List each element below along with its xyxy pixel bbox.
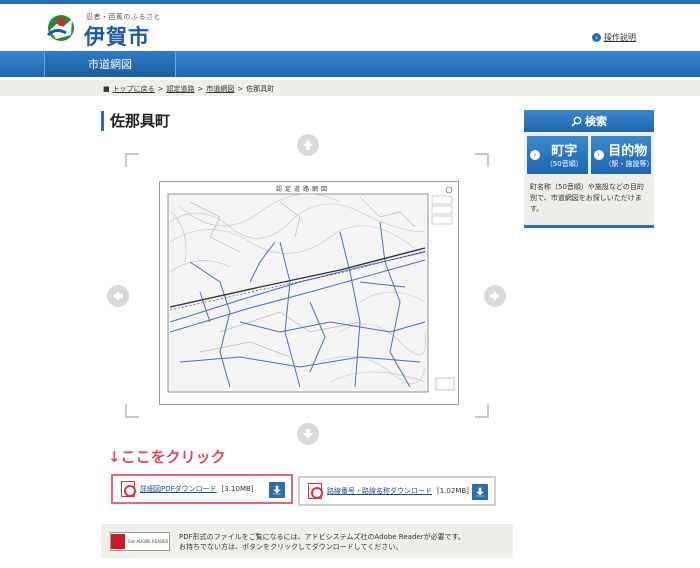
city-logo-icon[interactable] <box>44 13 78 45</box>
breadcrumb-current: 佐那具町 <box>246 85 275 93</box>
arrow-left-icon <box>113 291 123 301</box>
breadcrumb-level1[interactable]: 認定道路 <box>167 84 195 94</box>
site-header: 忍者・芭蕉のふるさと 伊賀市 › 操作説明 <box>0 4 700 50</box>
map-right-button[interactable] <box>484 285 506 307</box>
town-sub: （50音順） <box>545 160 583 168</box>
search-panel: 検索 › 町字 （50音順） › 目的物 （駅・施設等） 町名称（50音順）や施… <box>524 110 654 228</box>
map-up-button[interactable] <box>297 134 319 156</box>
help-label: 操作説明 <box>604 33 636 42</box>
reader-line-1: PDF形式のファイルをご覧になるには、アドビシステムズ社のAdobe Reade… <box>179 533 465 541</box>
chevron-right-icon: › <box>593 150 604 160</box>
breadcrumb-sep: > <box>237 85 244 93</box>
town-label: 町字 <box>551 144 578 159</box>
file-size: [1.02MB] <box>437 487 469 495</box>
breadcrumb: ■ トップに戻る > 認定道路 > 市道網図 > 佐那具町 <box>0 80 700 96</box>
map-left-button[interactable] <box>107 285 129 307</box>
adobe-logo-icon <box>111 534 125 549</box>
chevron-right-icon: › <box>530 150 540 160</box>
arrow-right-icon: › <box>592 33 601 42</box>
home-icon: ■ <box>103 85 110 93</box>
nav-item-road-map[interactable]: 市道網図 <box>44 51 176 77</box>
frame-corner <box>125 153 139 167</box>
arrow-up-icon <box>303 140 313 150</box>
search-by-target-button[interactable]: › 目的物 （駅・施設等） <box>590 136 654 174</box>
road-map-image[interactable]: 認定道路網図 <box>159 181 459 405</box>
breadcrumb-sep: > <box>197 85 204 93</box>
search-icon <box>571 116 582 127</box>
get-adobe-reader-button[interactable]: Get ADOBE READER <box>110 532 170 551</box>
frame-corner <box>475 153 489 167</box>
click-hint: ↓ここをクリック <box>108 448 226 466</box>
site-name[interactable]: 伊賀市 <box>84 21 150 51</box>
breadcrumb-home[interactable]: トップに戻る <box>113 84 155 94</box>
detail-pdf-download-button[interactable]: 詳細図PDFダウンロード [3.10MB] <box>111 474 293 504</box>
file-size: [3.10MB] <box>221 485 254 493</box>
breadcrumb-level2[interactable]: 市道網図 <box>206 84 234 94</box>
pdf-icon <box>121 481 136 497</box>
frame-corner <box>475 404 489 418</box>
page-title: 佐那具町 <box>101 111 170 131</box>
global-nav: 市道網図 <box>0 51 700 77</box>
detail-pdf-link[interactable]: 詳細図PDFダウンロード <box>140 484 217 494</box>
pdf-icon <box>308 483 323 499</box>
map-drawing <box>167 186 455 393</box>
arrow-down-icon <box>303 429 313 439</box>
search-description: 町名称（50音順）や施設などの目的別で、市道網図をお探しいただけます。 <box>530 183 644 213</box>
adobe-reader-notice: Get ADOBE READER PDF形式のファイルをご覧になるには、アドビシ… <box>101 524 513 558</box>
search-panel-title: 検索 <box>585 115 607 128</box>
search-panel-header: 検索 <box>524 110 654 132</box>
arrow-right-icon <box>490 291 500 301</box>
route-list-link[interactable]: 路線番号・路線名称ダウンロード <box>327 486 432 496</box>
help-link[interactable]: › 操作説明 <box>592 32 636 43</box>
target-sub: （駅・施設等） <box>604 160 654 168</box>
search-by-town-button[interactable]: › 町字 （50音順） <box>527 136 588 174</box>
map-down-button[interactable] <box>297 423 319 445</box>
reader-notice-text: PDF形式のファイルをご覧になるには、アドビシステムズ社のAdobe Reade… <box>179 532 465 552</box>
download-icon <box>269 482 285 498</box>
route-list-download-button[interactable]: 路線番号・路線名称ダウンロード [1.02MB] <box>298 476 496 506</box>
target-label: 目的物 <box>608 144 648 159</box>
download-icon <box>472 484 488 500</box>
reader-line-2: お持ちでない方は、ボタンをクリックしてダウンロードしてください。 <box>179 543 403 551</box>
frame-corner <box>125 404 139 418</box>
adobe-badge-text: Get ADOBE READER <box>128 539 169 544</box>
breadcrumb-sep: > <box>157 85 164 93</box>
